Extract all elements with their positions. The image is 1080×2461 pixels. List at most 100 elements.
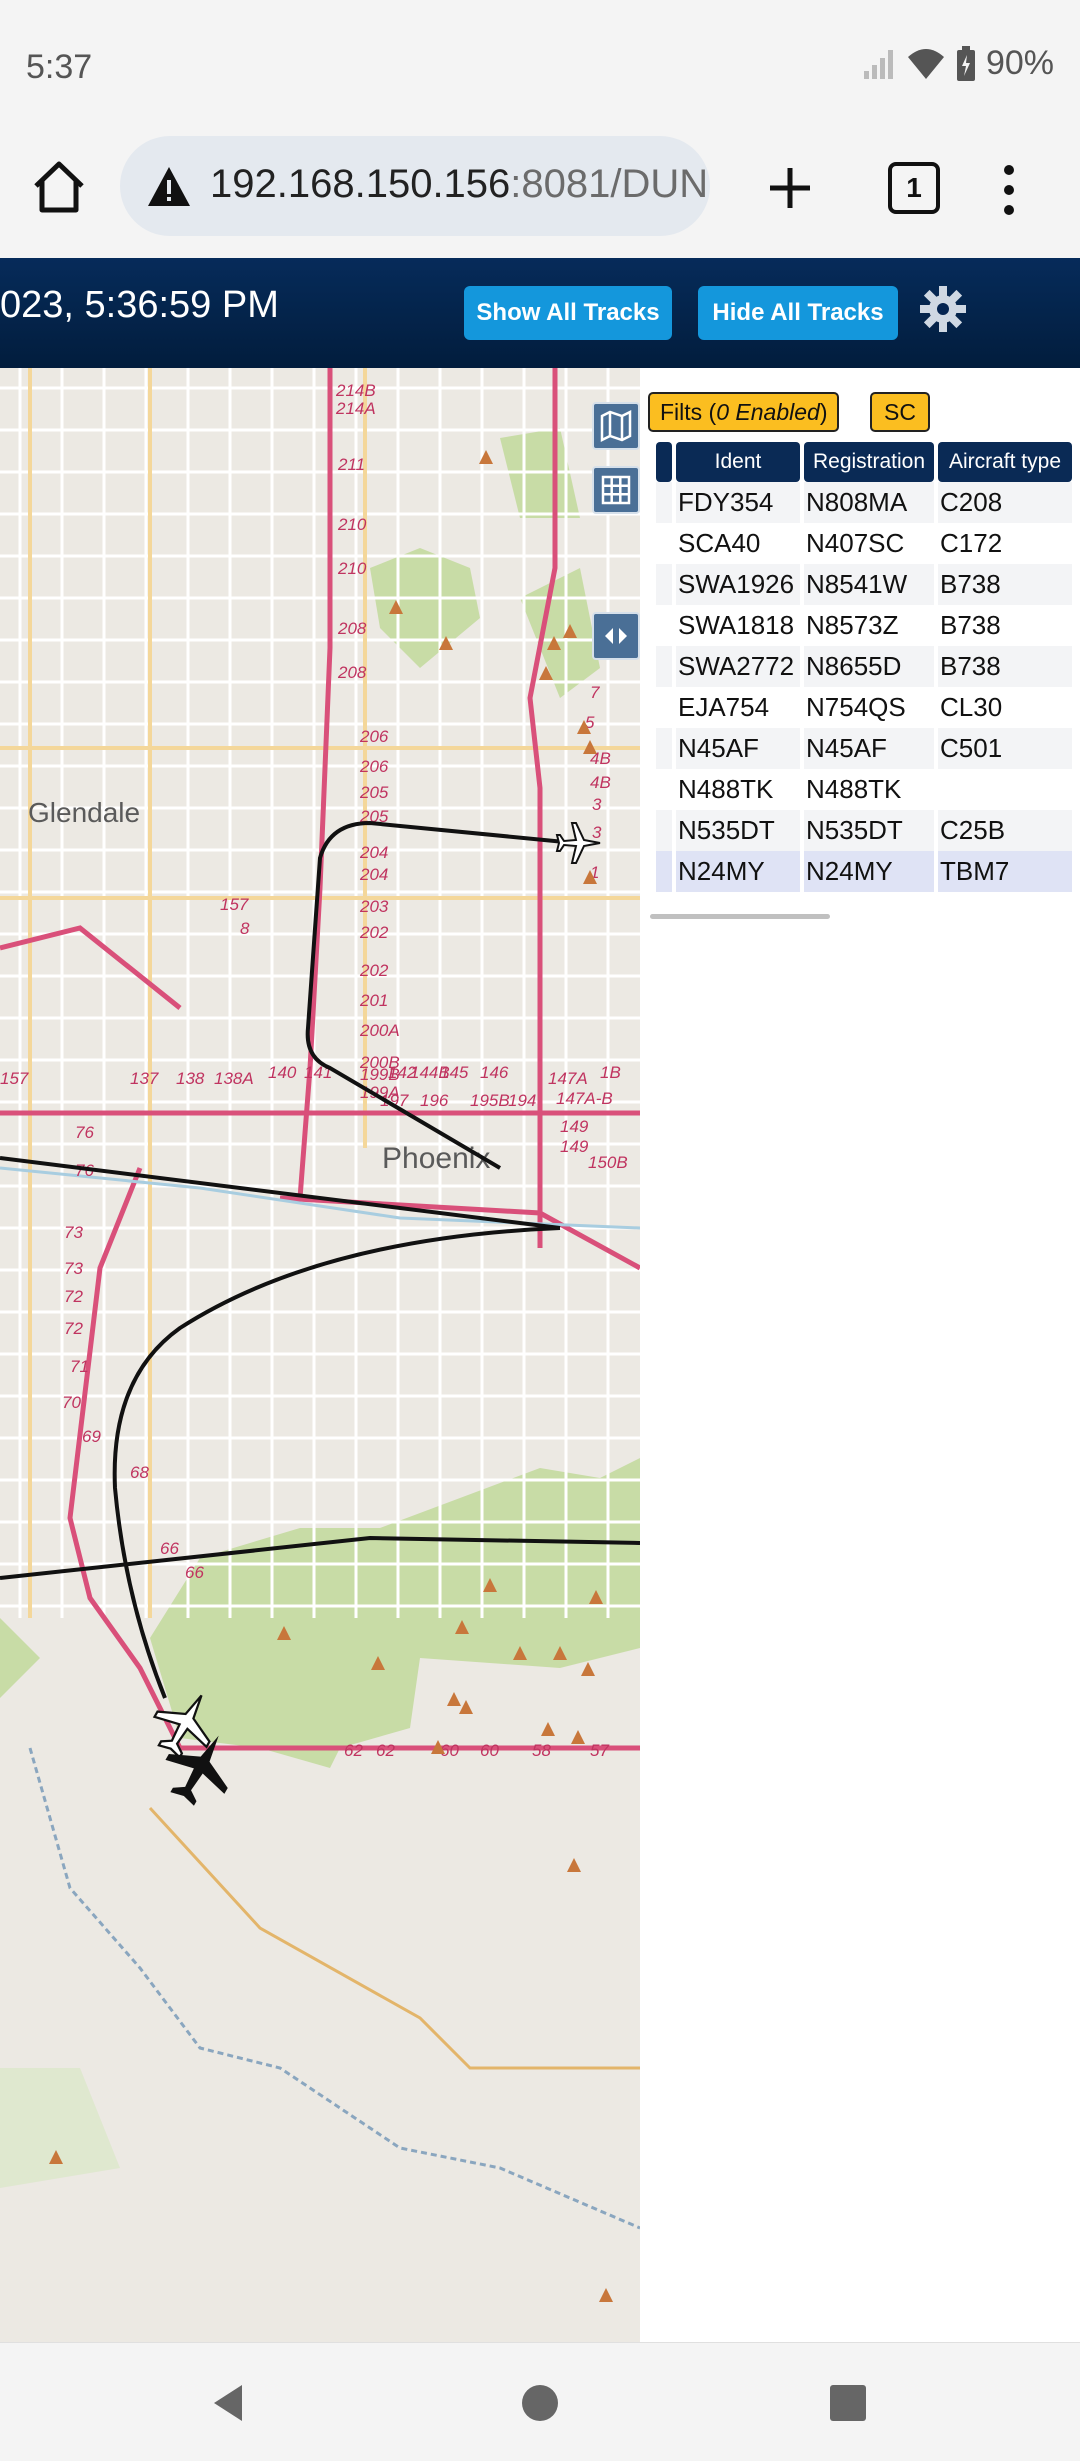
table-row[interactable]: SCA40 N407SC C172 xyxy=(656,523,1072,564)
home-circle-icon[interactable] xyxy=(520,2383,560,2423)
mile-marker: 210 xyxy=(337,515,367,534)
aircraft-type-cell xyxy=(938,769,1072,810)
horizontal-scrollbar[interactable] xyxy=(650,914,830,919)
recents-icon[interactable] xyxy=(828,2383,868,2423)
home-icon[interactable] xyxy=(30,158,88,216)
ident-cell: SCA40 xyxy=(678,528,761,558)
aircraft-type-cell: C501 xyxy=(938,728,1072,769)
city-label: Phoenix xyxy=(382,1142,490,1175)
browser-toolbar: 192.168.150.156:8081/DUN 1 xyxy=(0,130,1080,258)
mile-marker: 203 xyxy=(359,897,389,916)
table-row[interactable]: EJA754 N754QS CL30 xyxy=(656,687,1072,728)
registration-cell: N488TK xyxy=(806,774,902,804)
status-bar: 5:37 90% xyxy=(0,0,1080,130)
ident-cell: SWA1926 xyxy=(676,564,800,605)
select-cell xyxy=(656,646,672,687)
column-header-aircraft-type[interactable]: Aircraft type xyxy=(938,442,1072,482)
registration-cell: N754QS xyxy=(806,692,906,722)
table-row[interactable]: SWA1818 N8573Z B738 xyxy=(656,605,1072,646)
table-row[interactable]: N24MY N24MY TBM7 xyxy=(656,851,1072,892)
mile-marker: 147A-B xyxy=(556,1089,613,1108)
column-header-ident[interactable]: Ident xyxy=(676,442,800,482)
select-cell xyxy=(656,769,672,810)
select-cell xyxy=(656,482,672,523)
select-cell xyxy=(656,687,672,728)
url-path: :8081/DUN xyxy=(510,162,709,206)
header-datetime: 023, 5:36:59 PM xyxy=(0,284,279,326)
grid-icon[interactable] xyxy=(592,466,640,514)
registration-cell: N407SC xyxy=(806,528,905,558)
map-view[interactable]: Glendale Phoenix 214B 214A 211 210 210 208 208… xyxy=(0,368,640,2342)
mile-marker: 7 xyxy=(590,683,600,702)
mile-marker: 206 xyxy=(359,757,389,776)
mile-marker: 3 xyxy=(592,823,602,842)
address-bar[interactable]: 192.168.150.156:8081/DUN xyxy=(120,136,710,236)
mile-marker: 58 xyxy=(532,1741,551,1760)
collapse-icon[interactable] xyxy=(592,612,640,660)
aircraft-type-cell: TBM7 xyxy=(938,851,1072,892)
mile-marker: 140 xyxy=(268,1063,297,1082)
mile-marker: 3 xyxy=(592,795,602,814)
hide-all-tracks-button[interactable]: Hide All Tracks xyxy=(698,286,898,340)
show-all-tracks-button[interactable]: Show All Tracks xyxy=(464,286,672,340)
aircraft-panel: Filts (0 Enabled) SC Ident Registration … xyxy=(640,368,1080,2342)
select-cell xyxy=(656,728,672,769)
mile-marker: 146 xyxy=(480,1063,509,1082)
mile-marker: 196 xyxy=(420,1091,449,1110)
city-label: Glendale xyxy=(28,797,140,828)
gear-icon[interactable] xyxy=(918,284,968,334)
ident-cell: N45AF xyxy=(676,728,800,769)
plus-icon[interactable] xyxy=(760,158,820,218)
column-header-select[interactable] xyxy=(656,442,672,482)
sc-button[interactable]: SC xyxy=(870,392,930,432)
ident-cell: SWA1818 xyxy=(678,610,795,640)
more-vert-icon[interactable] xyxy=(994,160,1024,220)
app-header: 023, 5:36:59 PM Show All Tracks Hide All… xyxy=(0,258,1080,368)
mile-marker: 202 xyxy=(359,923,389,942)
mile-marker: 150B xyxy=(588,1153,628,1172)
mile-marker: 70 xyxy=(62,1393,81,1412)
system-nav-bar xyxy=(0,2342,1080,2461)
mile-marker: 214A xyxy=(335,399,376,418)
battery-percent: 90% xyxy=(985,44,1054,82)
mile-marker: 195B xyxy=(470,1091,510,1110)
ident-cell: N535DT xyxy=(676,810,800,851)
filters-button[interactable]: Filts (0 Enabled) xyxy=(648,392,840,432)
map-layers-icon[interactable] xyxy=(592,402,640,450)
mile-marker: 149 xyxy=(560,1137,589,1156)
table-row[interactable]: N535DT N535DT C25B xyxy=(656,810,1072,851)
mile-marker: 66 xyxy=(160,1539,179,1558)
table-row[interactable]: SWA1926 N8541W B738 xyxy=(656,564,1072,605)
mile-marker: 66 xyxy=(185,1563,204,1582)
table-row[interactable]: N488TK N488TK xyxy=(656,769,1072,810)
column-header-registration[interactable]: Registration xyxy=(804,442,934,482)
table-row[interactable]: FDY354 N808MA C208 xyxy=(656,482,1072,523)
registration-cell: N8573Z xyxy=(806,610,899,640)
registration-cell: N45AF xyxy=(804,728,934,769)
mile-marker: 211 xyxy=(337,455,365,474)
mile-marker: 157 xyxy=(0,1069,29,1088)
back-icon[interactable] xyxy=(208,2381,248,2425)
aircraft-type-cell: C208 xyxy=(938,482,1072,523)
mile-marker: 73 xyxy=(64,1259,83,1278)
url-text: 192.168.150.156:8081/DUN xyxy=(210,162,708,207)
select-cell xyxy=(656,564,672,605)
mile-marker: 208 xyxy=(337,619,367,638)
aircraft-type-cell: B738 xyxy=(938,564,1072,605)
select-cell xyxy=(656,810,672,851)
signal-icon xyxy=(863,49,893,79)
table-row[interactable]: N45AF N45AF C501 xyxy=(656,728,1072,769)
ident-cell: EJA754 xyxy=(678,692,770,722)
ident-cell: N488TK xyxy=(678,774,774,804)
warning-icon[interactable] xyxy=(146,164,192,210)
map-canvas[interactable]: Glendale Phoenix 214B214A 211 210 210 208 208… xyxy=(0,368,640,2342)
mile-marker: 205 xyxy=(359,783,389,802)
select-cell xyxy=(656,523,672,564)
mile-marker: 157 xyxy=(220,895,249,914)
table-row[interactable]: SWA2772 N8655D B738 xyxy=(656,646,1072,687)
mile-marker: 149 xyxy=(560,1117,589,1136)
mile-marker: 138A xyxy=(214,1069,254,1088)
tabs-icon[interactable]: 1 xyxy=(888,162,940,214)
ident-cell: SWA2772 xyxy=(676,646,800,687)
registration-cell: N24MY xyxy=(804,851,934,892)
